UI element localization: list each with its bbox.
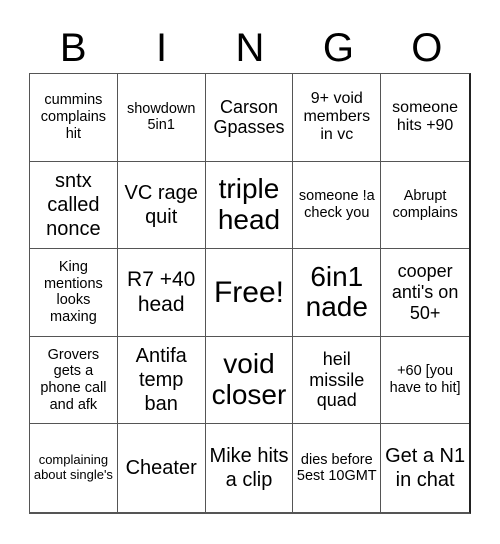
bingo-cell[interactable]: dies before 5est 10GMT	[293, 424, 382, 512]
bingo-cell[interactable]: 6in1 nade	[293, 249, 382, 337]
bingo-cell[interactable]: Cheater	[118, 424, 206, 512]
bingo-free-cell[interactable]: Free!	[205, 249, 294, 337]
bingo-cell[interactable]: 9+ void members in vc	[293, 74, 382, 162]
bingo-cell[interactable]: cummins complains hit	[30, 74, 118, 162]
bingo-cell[interactable]: someone hits +90	[381, 74, 469, 162]
bingo-grid: cummins complains hit showdown 5in1 Cars…	[29, 73, 471, 514]
header-letter-o: O	[411, 26, 443, 70]
bingo-cell[interactable]: Carson Gpasses	[205, 74, 294, 162]
bingo-cell[interactable]: someone !a check you	[293, 161, 382, 250]
bingo-cell[interactable]: void closer	[205, 336, 294, 425]
bingo-cell[interactable]: Abrupt complains	[381, 162, 469, 250]
header-letter-g: G	[322, 26, 354, 70]
header-letter-n: N	[235, 26, 265, 70]
bingo-header: B I N G O	[29, 24, 471, 72]
bingo-cell[interactable]: Antifa temp ban	[117, 336, 206, 425]
header-letter-i: I	[156, 26, 168, 70]
bingo-cell[interactable]: triple head	[205, 161, 294, 250]
bingo-cell[interactable]: +60 [you have to hit]	[381, 337, 469, 425]
bingo-cell[interactable]: sntx called nonce	[30, 161, 118, 250]
bingo-cell[interactable]: Mike hits a clip	[206, 424, 294, 512]
bingo-cell[interactable]: heil missile quad	[293, 336, 382, 425]
bingo-cell[interactable]: King mentions looks maxing	[30, 249, 118, 337]
bingo-cell[interactable]: VC rage quit	[117, 161, 206, 250]
header-letter-b: B	[59, 26, 87, 70]
bingo-cell[interactable]: Grovers gets a phone call and afk	[30, 336, 118, 425]
bingo-cell[interactable]: showdown 5in1	[117, 74, 206, 162]
bingo-cell[interactable]: cooper anti's on 50+	[381, 249, 469, 337]
bingo-cell[interactable]: complaining about single's	[30, 424, 118, 512]
bingo-cell[interactable]: R7 +40 head	[117, 249, 206, 337]
bingo-cell[interactable]: Get a N1 in chat	[381, 424, 469, 512]
